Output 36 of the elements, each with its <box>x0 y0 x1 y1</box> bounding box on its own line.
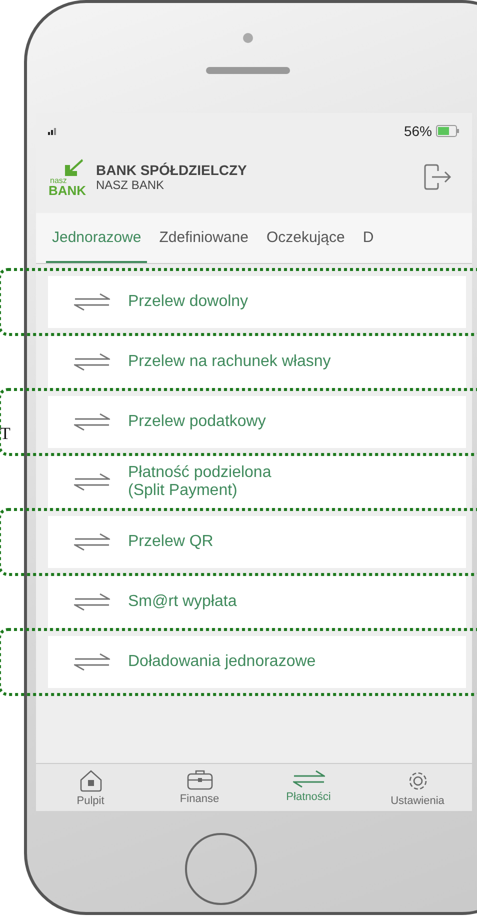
transfer-option[interactable]: Przelew dowolny <box>48 276 466 328</box>
cut-off-text: T <box>0 424 10 444</box>
transfer-arrows-icon <box>74 473 110 491</box>
transfer-arrows-icon <box>74 533 110 551</box>
home-button[interactable] <box>185 833 257 905</box>
nav-item[interactable]: Ustawienia <box>363 770 472 807</box>
bank-logo: nasz BANK <box>50 157 86 197</box>
briefcase-icon <box>186 770 212 790</box>
transfer-arrows-icon <box>74 293 110 311</box>
battery-icon <box>436 125 460 137</box>
transfer-option[interactable]: Sm@rt wypłata <box>48 576 466 628</box>
transfer-option[interactable]: Doładowania jednorazowe <box>48 636 466 688</box>
transfer-arrows-icon <box>74 653 110 671</box>
nav-item[interactable]: Płatności <box>254 770 363 807</box>
battery-percentage: 56% <box>404 123 432 139</box>
bank-subtitle: NASZ BANK <box>96 178 166 192</box>
tab[interactable]: Jednorazowe <box>46 213 148 263</box>
tab[interactable]: Oczekujące <box>260 213 351 263</box>
transfer-arrows-icon <box>74 593 110 611</box>
transfer-option[interactable]: Przelew QR <box>48 516 466 568</box>
settings-icon <box>406 770 428 792</box>
bank-name: BANK SPÓŁDZIELCZY <box>96 162 248 178</box>
tab[interactable]: D <box>356 213 380 263</box>
nav-item[interactable]: Pulpit <box>36 770 145 807</box>
transfer-arrows-icon <box>74 413 110 431</box>
home-icon <box>78 770 102 792</box>
camera-icon <box>243 33 253 43</box>
transfer-option[interactable]: Przelew podatkowy <box>48 396 466 448</box>
speaker-icon <box>206 67 290 74</box>
transfer-arrows-icon <box>292 770 324 788</box>
logout-icon[interactable] <box>424 164 452 190</box>
nav-item[interactable]: Finanse <box>145 770 254 807</box>
transfer-option[interactable]: Płatność podzielona (Split Payment) <box>48 456 466 508</box>
transfer-option[interactable]: Przelew na rachunek własny <box>48 336 466 388</box>
transfer-arrows-icon <box>74 353 110 371</box>
tab[interactable]: Zdefiniowane <box>153 213 254 263</box>
